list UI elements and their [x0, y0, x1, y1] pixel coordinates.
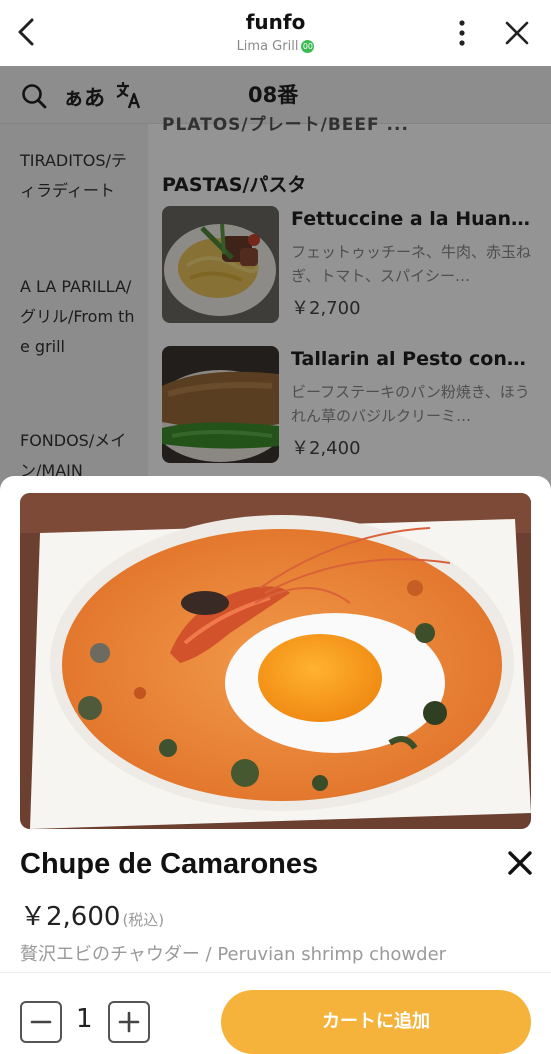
minus-icon — [30, 1020, 52, 1024]
quantity-decrease-button[interactable] — [20, 1001, 62, 1043]
app-header: funfo Lima Grill 00 — [0, 0, 551, 66]
divider — [0, 972, 551, 973]
plus-icon — [118, 1011, 140, 1033]
item-detail-sheet: Chupe de Camarones ￥2,600 (税込) 贅沢エビのチャウダー… — [0, 476, 551, 1054]
verified-badge: 00 — [301, 40, 315, 53]
quantity-value: 1 — [76, 1004, 93, 1034]
dish-description: 贅沢エビのチャウダー / Peruvian shrimp chowder — [20, 944, 447, 965]
dish-title: Chupe de Camarones — [20, 848, 319, 880]
close-icon[interactable] — [500, 16, 534, 50]
add-to-cart-button[interactable]: カートに追加 — [221, 990, 531, 1054]
restaurant-name-label: Lima Grill — [236, 39, 299, 54]
close-icon[interactable] — [505, 848, 535, 878]
tax-note: (税込) — [122, 911, 165, 929]
quantity-increase-button[interactable] — [108, 1001, 150, 1043]
more-vertical-icon[interactable] — [448, 16, 476, 50]
dish-price-value: ￥2,600 — [20, 902, 121, 932]
dish-price: ￥2,600 (税込) — [20, 896, 164, 933]
dish-photo — [20, 493, 531, 829]
